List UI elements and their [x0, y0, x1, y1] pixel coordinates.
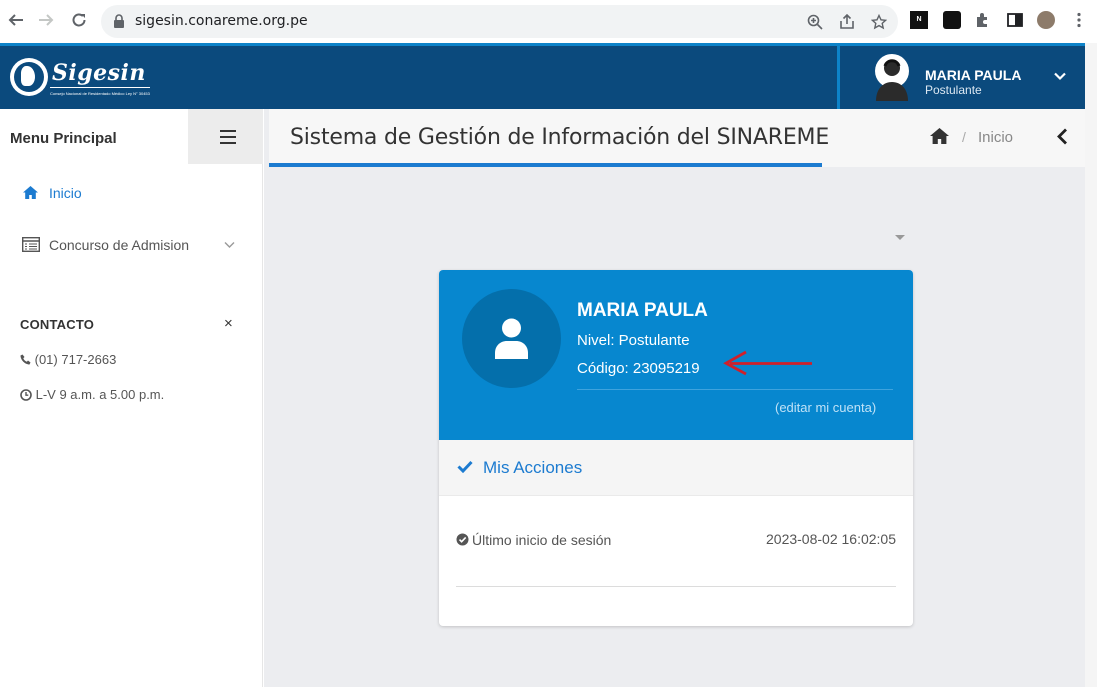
- sidebar-title: Menu Principal: [10, 130, 117, 147]
- last-login-value: 2023-08-02 16:02:05: [766, 531, 896, 547]
- more-vertical-icon: [1077, 12, 1081, 28]
- hamburger-icon: [220, 130, 236, 144]
- breadcrumb: / Inicio: [929, 127, 1013, 149]
- share-icon: [840, 14, 854, 29]
- arrow-left-annotation-icon: [723, 350, 812, 376]
- user-icon: [495, 318, 528, 359]
- chevron-left-icon[interactable]: [1056, 128, 1068, 145]
- chevron-down-icon[interactable]: [1054, 72, 1066, 81]
- side-panel-icon: [1007, 13, 1023, 27]
- arrow-right-icon: [39, 14, 54, 26]
- logo-text: Sigesin: [52, 60, 146, 86]
- reload-icon: [72, 13, 86, 27]
- breadcrumb-current[interactable]: Inicio: [978, 129, 1013, 146]
- profile-card: MARIA PAULA Nivel: Postulante Código: 23…: [439, 270, 913, 626]
- main-content: Sistema de Gestión de Información del SI…: [264, 109, 1085, 687]
- lock-icon: [114, 14, 124, 28]
- reload-button[interactable]: [67, 8, 91, 32]
- page-scrollbar[interactable]: [1085, 43, 1097, 687]
- home-icon[interactable]: [929, 127, 950, 145]
- contact-hours-text: L-V 9 a.m. a 5.00 p.m.: [35, 387, 165, 402]
- app-header: Sigesin Consejo Nacional de Residentado …: [0, 43, 1085, 109]
- url-text[interactable]: sigesin.conareme.org.pe: [135, 13, 308, 29]
- breadcrumb-separator: /: [962, 129, 966, 145]
- actions-header: Mis Acciones: [439, 440, 913, 496]
- bookmark-button[interactable]: [869, 12, 889, 32]
- profile-level: Nivel: Postulante: [577, 332, 690, 349]
- logo-subtext: Consejo Nacional de Residentado Médico L…: [50, 91, 150, 96]
- sidebar-toggle-button[interactable]: [188, 109, 263, 164]
- back-button[interactable]: [4, 8, 28, 32]
- profile-avatar[interactable]: [1037, 11, 1055, 29]
- list-icon: [22, 237, 40, 252]
- check-icon: [457, 460, 473, 473]
- page-title: Sistema de Gestión de Información del SI…: [290, 125, 830, 150]
- contact-phone-text: (01) 717-2663: [34, 352, 117, 367]
- close-icon[interactable]: ×: [224, 315, 233, 332]
- phone-icon: [20, 354, 31, 365]
- arrow-left-icon: [8, 14, 23, 26]
- logo-underline: [50, 87, 150, 88]
- browser-menu-button[interactable]: [1070, 11, 1088, 29]
- contact-title: CONTACTO: [20, 317, 95, 332]
- user-menu[interactable]: MARIA PAULA Postulante: [837, 46, 1085, 109]
- profile-code: Código: 23095219: [577, 360, 700, 377]
- puzzle-icon: [977, 13, 987, 27]
- sigesin-logo[interactable]: Sigesin Consejo Nacional de Residentado …: [10, 58, 150, 98]
- last-login-row: Último inicio de sesión 2023-08-02 16:02…: [456, 530, 896, 552]
- share-button[interactable]: [837, 12, 857, 32]
- profile-name: MARIA PAULA: [577, 300, 708, 321]
- clock-icon: [20, 389, 32, 401]
- star-icon: [871, 14, 887, 30]
- globe-icon: [10, 58, 48, 96]
- address-bar[interactable]: sigesin.conareme.org.pe: [101, 5, 898, 38]
- extensions-button[interactable]: [974, 11, 992, 29]
- contact-phone: (01) 717-2663: [20, 352, 116, 367]
- side-panel-button[interactable]: [1006, 11, 1024, 29]
- forward-button[interactable]: [34, 8, 58, 32]
- user-avatar-icon: [872, 53, 912, 101]
- sidebar-item-label: Concurso de Admision: [49, 237, 190, 253]
- sidebar-item-label: Inicio: [49, 185, 82, 201]
- home-icon: [23, 186, 38, 199]
- page-header-progress: [269, 163, 822, 167]
- actions-title: Mis Acciones: [483, 458, 583, 477]
- extension-openai-icon[interactable]: [943, 11, 961, 29]
- extension-new-icon[interactable]: N: [910, 11, 928, 29]
- sidebar: Menu Principal Inicio Concurso de Admisi…: [0, 109, 263, 687]
- check-circle-icon: [456, 533, 469, 546]
- row-separator: [456, 586, 896, 587]
- profile-avatar: [462, 289, 561, 388]
- page-header: Sistema de Gestión de Información del SI…: [269, 109, 1085, 167]
- contact-hours: L-V 9 a.m. a 5.00 p.m.: [20, 387, 164, 402]
- profile-separator: [577, 389, 893, 390]
- user-name: MARIA PAULA: [925, 67, 1022, 83]
- browser-toolbar: sigesin.conareme.org.pe N: [0, 0, 1097, 43]
- caret-down-icon[interactable]: [895, 235, 905, 240]
- user-role: Postulante: [925, 83, 982, 97]
- sidebar-header: Menu Principal: [0, 109, 263, 164]
- last-login-label: Último inicio de sesión: [472, 532, 612, 548]
- chevron-down-icon: [224, 242, 235, 248]
- profile-card-header: MARIA PAULA Nivel: Postulante Código: 23…: [439, 270, 913, 440]
- zoom-button[interactable]: [805, 12, 825, 32]
- zoom-icon: [807, 14, 823, 30]
- edit-account-link[interactable]: (editar mi cuenta): [775, 400, 876, 415]
